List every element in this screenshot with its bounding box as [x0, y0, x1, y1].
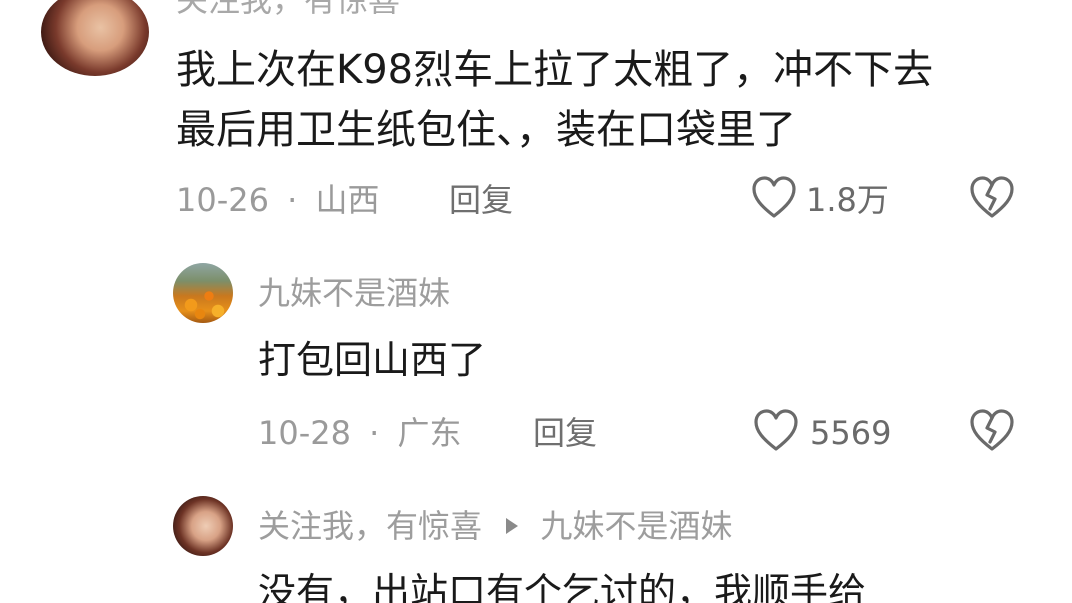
like-count: 5569: [810, 414, 892, 452]
comment-text-line-2: 最后用卫生纸包住、，装在口袋里了: [176, 107, 796, 153]
comment-location: 广东: [397, 414, 462, 452]
avatar[interactable]: [173, 263, 233, 323]
triangle-right-icon: [506, 518, 519, 534]
comment-date: 10-28: [258, 414, 351, 452]
avatar[interactable]: [173, 496, 233, 556]
broken-heart-icon[interactable]: [969, 409, 1015, 453]
like-count: 1.8万: [806, 181, 889, 219]
comment-date: 10-26: [176, 181, 269, 219]
comment-text-line-1: 我上次在K98烈车上拉了太粗了，冲不下去: [176, 47, 934, 93]
comment-author[interactable]: 关注我，有惊喜: [258, 507, 482, 545]
comment-meta: 10-26 · 山西: [176, 180, 380, 220]
reply-to-author[interactable]: 九妹不是酒妹: [540, 507, 732, 545]
comment-text: 打包回山西了: [258, 338, 487, 382]
comment-location: 山西: [315, 181, 380, 219]
meta-separator: ·: [287, 181, 298, 219]
meta-separator: ·: [369, 414, 380, 452]
comment-author[interactable]: 九妹不是酒妹: [258, 273, 450, 313]
reply-button[interactable]: 回复: [449, 180, 513, 220]
broken-heart-icon[interactable]: [969, 176, 1015, 220]
heart-outline-icon[interactable]: [751, 176, 797, 220]
comment-text: 我上次在K98烈车上拉了太粗了，冲不下去 最后用卫生纸包住、，装在口袋里了: [176, 40, 933, 160]
avatar[interactable]: [41, 0, 149, 76]
reply-header: 关注我，有惊喜 九妹不是酒妹: [258, 506, 732, 546]
heart-outline-icon[interactable]: [753, 409, 799, 453]
comment-text: 没有，出站口有个乞讨的，我顺手给: [258, 570, 867, 603]
comment-meta: 10-28 · 广东: [258, 413, 462, 453]
comment-author[interactable]: 关注我，有惊喜: [176, 0, 400, 20]
reply-button[interactable]: 回复: [533, 413, 597, 453]
comment-thread: 关注我，有惊喜 我上次在K98烈车上拉了太粗了，冲不下去 最后用卫生纸包住、，装…: [0, 0, 1072, 603]
